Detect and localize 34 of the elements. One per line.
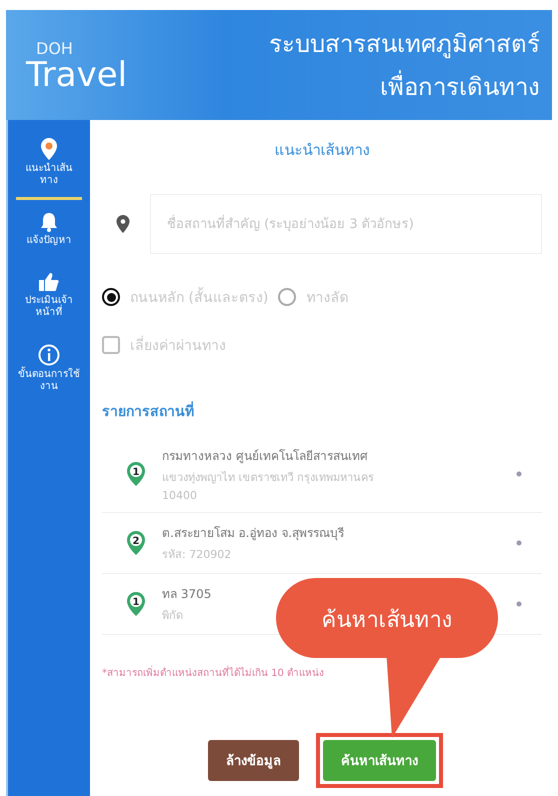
location-pin-icon	[40, 138, 58, 160]
radio-button[interactable]	[102, 288, 120, 306]
app-title: เพื่อการเดินทาง	[380, 67, 540, 106]
sidebar-item[interactable]: แนะนำเส้นทาง	[16, 132, 82, 200]
place-detail: 10400	[162, 489, 197, 502]
sidebar-item[interactable]: แจ้งปัญหา	[16, 206, 82, 260]
place-detail: รหัส: 720902	[162, 547, 232, 563]
place-name: ต.สระยายโสม อ.อู่ทอง จ.สุพรรณบุรี	[162, 525, 344, 542]
place-detail: แขวงทุ่งพญาไท เขตราชเทวี กรุงเทพมหานคร	[162, 470, 374, 486]
app-title: ระบบสารสนเทศภูมิศาสตร์	[269, 29, 540, 60]
radio-button[interactable]	[278, 288, 296, 306]
section-heading: รายการสถานที่	[102, 400, 542, 422]
numbered-pin-icon: 2	[126, 530, 146, 556]
checkbox[interactable]	[102, 336, 120, 354]
note-text: *สามารถเพิ่มตำแหน่งสถานที่ได้ไม่เกิน 10 ตำแหน่ง	[102, 665, 542, 680]
sidebar-item[interactable]: ขั้นตอนการใช้งาน	[16, 338, 82, 406]
logo-text: DOH	[36, 38, 74, 58]
place-name: ทล 3705	[162, 586, 212, 603]
location-pin-icon	[116, 215, 130, 233]
thumbs-up-icon	[38, 272, 60, 292]
info-icon	[38, 344, 60, 366]
search-route-button[interactable]: ค้นหาเส้นทาง	[323, 740, 436, 781]
clear-button[interactable]: ล้างข้อมูล	[208, 740, 299, 781]
place-row[interactable]: 1 กรมทางหลวง ศูนย์เทคโนโลยีสารสนเทศ แขวงทุ่งพญาไท เขตราชเทวี กรุงเทพมหานคร 10400	[102, 436, 542, 513]
place-row[interactable]: 2 ต.สระยายโสม อ.อู่ทอง จ.สุพรรณบุรี รหัส: 720902	[102, 513, 542, 574]
place-search-field[interactable]: ชื่อสถานที่สำคัญ (ระบุอย่างน้อย 3 ตัวอักษร)	[150, 194, 542, 254]
sidebar-item[interactable]: ประเมินเจ้าหน้าที่	[16, 266, 82, 332]
place-detail: พิกัด	[162, 608, 183, 624]
panel-heading: แนะนำเส้นทาง	[274, 140, 370, 161]
numbered-pin-icon: 1	[126, 461, 146, 487]
numbered-pin-icon: 1	[126, 591, 146, 617]
bell-icon	[40, 212, 58, 232]
place-name: กรมทางหลวง ศูนย์เทคโนโลยีสารสนเทศ	[162, 448, 368, 465]
logo-text: Travel	[26, 58, 128, 92]
